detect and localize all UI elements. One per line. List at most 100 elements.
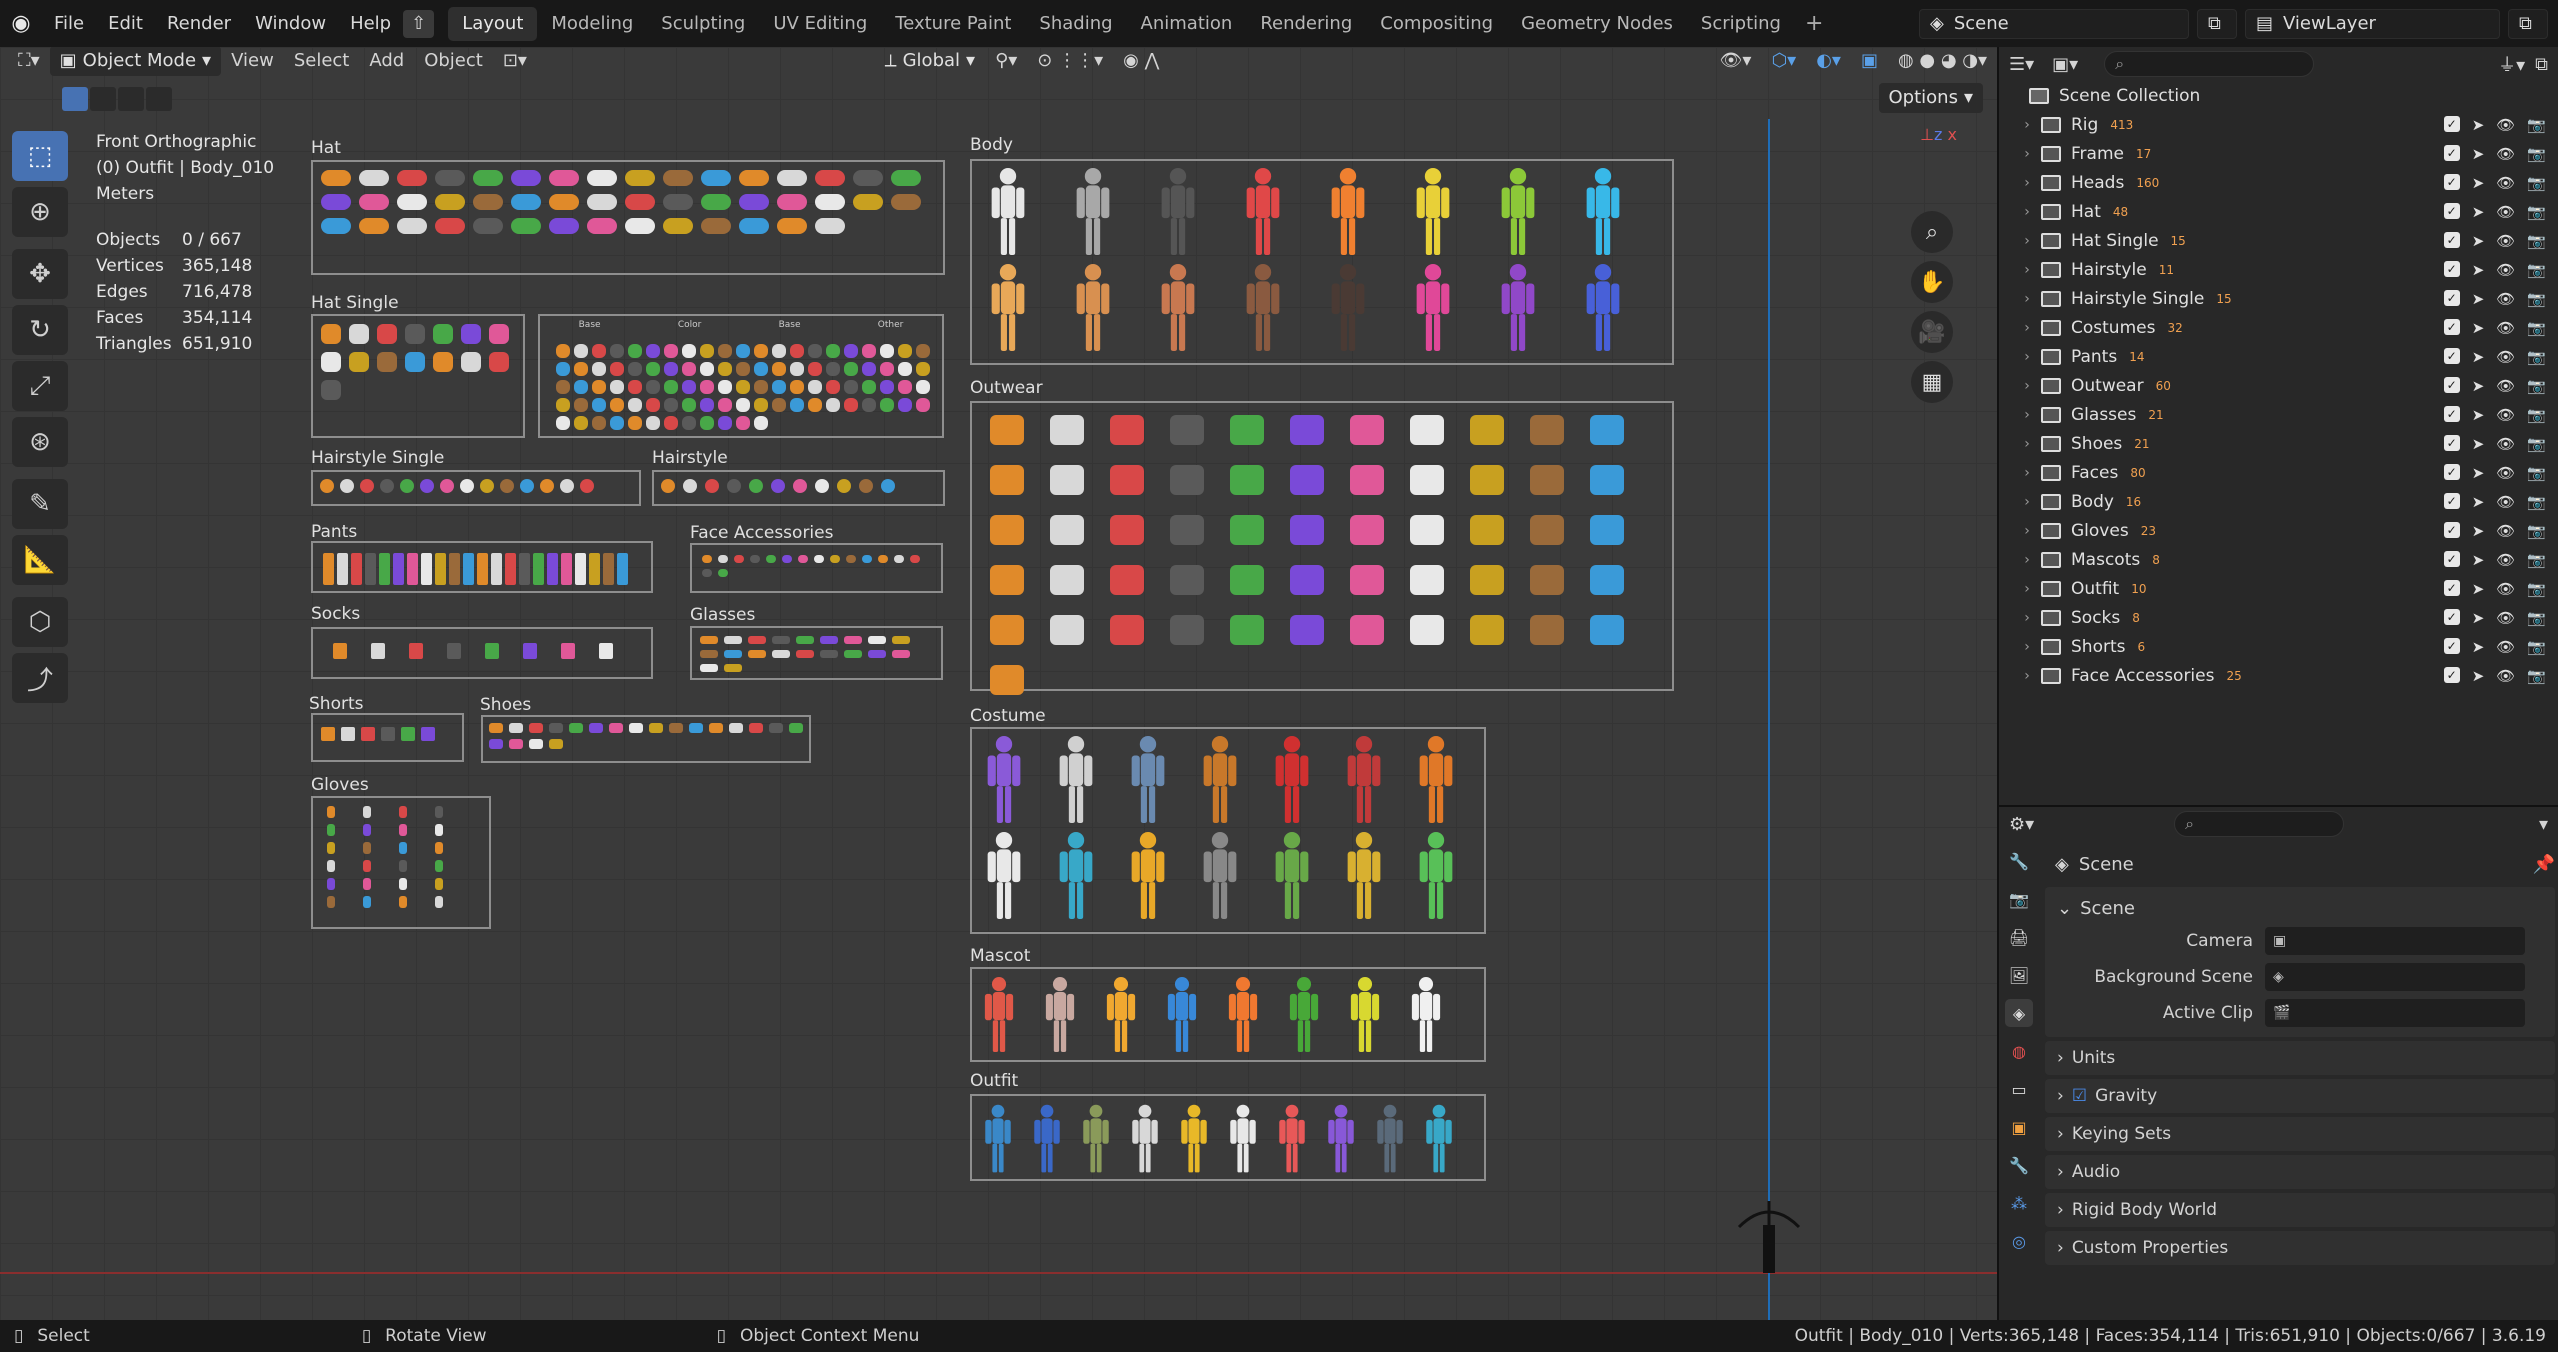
undo-history-icon[interactable]: ⇧ (403, 9, 435, 38)
eye-icon[interactable]: 👁 (2496, 464, 2515, 482)
eye-icon[interactable]: 👁 (2496, 580, 2515, 598)
view-menu[interactable]: View (221, 47, 284, 78)
workspace-tab[interactable]: Geometry Nodes (1507, 7, 1687, 41)
proportional-edit-icon[interactable]: ◉ ⋀ (1113, 47, 1169, 78)
eye-icon[interactable]: 👁 (2496, 232, 2515, 250)
camera-field[interactable]: ▣ (2265, 927, 2525, 955)
camera-object-icon[interactable] (1735, 1197, 1803, 1277)
selectable-arrow-icon[interactable]: ➤ (2472, 377, 2485, 395)
expand-chevron-icon[interactable]: › (2013, 175, 2041, 191)
camera-render-icon[interactable]: 📷 (2527, 377, 2546, 395)
selectable-arrow-icon[interactable]: ➤ (2472, 145, 2485, 163)
new-view-layer-icon[interactable]: ⧉ (2508, 8, 2548, 39)
camera-render-icon[interactable]: 📷 (2527, 609, 2546, 627)
zoom-icon[interactable]: ⌕ (1911, 211, 1953, 253)
annotate-tool-icon[interactable]: ✎ (12, 479, 68, 529)
camera-render-icon[interactable]: 📷 (2527, 522, 2546, 540)
property-panel-header[interactable]: › Keying Sets (2045, 1117, 2555, 1151)
chevron-down-icon[interactable]: ▾ (2539, 814, 2548, 835)
menu-edit[interactable]: Edit (96, 0, 155, 47)
select-mode-buttons[interactable] (62, 87, 172, 111)
shoes-box[interactable] (481, 715, 811, 763)
hat-single-box[interactable] (311, 314, 525, 438)
editor-type-icon[interactable]: ⛶▾ (8, 47, 50, 78)
mode-dropdown[interactable]: ▣ Object Mode ▾ (49, 47, 222, 76)
add-menu[interactable]: Add (359, 47, 414, 78)
transform-tool-icon[interactable]: ⊛ (12, 417, 68, 467)
render-tab-icon[interactable]: 📷 (2005, 885, 2033, 913)
scene-collection-row[interactable]: Scene Collection (1999, 81, 2558, 110)
outliner-row[interactable]: › Pants 14 ✓ ➤ 👁 📷 (1999, 342, 2558, 371)
selectable-arrow-icon[interactable]: ➤ (2472, 609, 2485, 627)
selectable-arrow-icon[interactable]: ➤ (2472, 406, 2485, 424)
include-checkbox[interactable]: ✓ (2443, 463, 2460, 480)
selectable-arrow-icon[interactable]: ➤ (2472, 580, 2485, 598)
outliner-row[interactable]: › Shoes 21 ✓ ➤ 👁 📷 (1999, 429, 2558, 458)
camera-view-icon[interactable]: 🎥 (1911, 311, 1953, 353)
eye-icon[interactable]: 👁 (2496, 551, 2515, 569)
expand-chevron-icon[interactable]: › (2013, 378, 2041, 394)
object-menu[interactable]: Object (414, 47, 493, 78)
glasses-box[interactable] (690, 626, 943, 680)
outliner-row[interactable]: › Mascots 8 ✓ ➤ 👁 📷 (1999, 545, 2558, 574)
camera-render-icon[interactable]: 📷 (2527, 116, 2546, 134)
camera-render-icon[interactable]: 📷 (2527, 290, 2546, 308)
outliner-row[interactable]: › Heads 160 ✓ ➤ 👁 📷 (1999, 168, 2558, 197)
expand-chevron-icon[interactable]: › (2013, 349, 2041, 365)
include-checkbox[interactable]: ✓ (2443, 289, 2460, 306)
gravity-checkbox[interactable]: ☑ (2072, 1086, 2087, 1106)
scene-panel-header[interactable]: ⌄ Scene (2045, 893, 2555, 923)
camera-render-icon[interactable]: 📷 (2527, 145, 2546, 163)
camera-render-icon[interactable]: 📷 (2527, 638, 2546, 656)
expand-chevron-icon[interactable]: › (2013, 436, 2041, 452)
outliner-row[interactable]: › Hat 48 ✓ ➤ 👁 📷 (1999, 197, 2558, 226)
camera-render-icon[interactable]: 📷 (2527, 667, 2546, 685)
add-cube-tool-icon[interactable]: ⬡ (12, 597, 68, 647)
include-checkbox[interactable]: ✓ (2443, 434, 2460, 451)
outliner-row[interactable]: › Outfit 10 ✓ ➤ 👁 📷 (1999, 574, 2558, 603)
scale-tool-icon[interactable]: ⤢ (12, 361, 68, 411)
add-workspace-icon[interactable]: + (1795, 11, 1833, 36)
include-checkbox[interactable]: ✓ (2443, 637, 2460, 654)
outliner-row[interactable]: › Outwear 60 ✓ ➤ 👁 📷 (1999, 371, 2558, 400)
outliner-editor-icon[interactable]: ☰▾ (2009, 54, 2034, 75)
include-checkbox[interactable]: ✓ (2443, 579, 2460, 596)
background-scene-field[interactable]: ◈ (2265, 963, 2525, 991)
body-box[interactable] (970, 159, 1674, 365)
3d-viewport[interactable]: ⛶▾ ▣ Object Mode ▾ View Select Add Objec… (0, 47, 1997, 1320)
selectable-arrow-icon[interactable]: ➤ (2472, 551, 2485, 569)
hairstyle-box[interactable] (652, 470, 945, 506)
display-mode-icon[interactable]: ▣▾ (2052, 54, 2078, 75)
eye-icon[interactable]: 👁 (2496, 348, 2515, 366)
include-checkbox[interactable]: ✓ (2443, 202, 2460, 219)
select-box-tool-icon[interactable]: ⬚ (12, 131, 68, 181)
eye-icon[interactable]: 👁 (2496, 638, 2515, 656)
shading-modes-icon[interactable]: ◍ ● ◕ ◑▾ (1888, 47, 1997, 78)
gloves-box[interactable] (311, 796, 491, 929)
workspace-tab[interactable]: Texture Paint (881, 7, 1025, 41)
object-tab-icon[interactable]: ▣ (2005, 1113, 2033, 1141)
outliner-row[interactable]: › Frame 17 ✓ ➤ 👁 📷 (1999, 139, 2558, 168)
eye-icon[interactable]: 👁 (2496, 667, 2515, 685)
tool-tab-icon[interactable]: 🔧 (2005, 847, 2033, 875)
eye-icon[interactable]: 👁 (2496, 493, 2515, 511)
workspace-tab[interactable]: UV Editing (759, 7, 881, 41)
outliner-row[interactable]: › Gloves 23 ✓ ➤ 👁 📷 (1999, 516, 2558, 545)
camera-render-icon[interactable]: 📷 (2527, 232, 2546, 250)
expand-chevron-icon[interactable]: › (2013, 233, 2041, 249)
world-tab-icon[interactable]: ◍ (2005, 1037, 2033, 1065)
include-checkbox[interactable]: ✓ (2443, 492, 2460, 509)
selectable-arrow-icon[interactable]: ➤ (2472, 232, 2485, 250)
expand-chevron-icon[interactable]: › (2013, 639, 2041, 655)
expand-chevron-icon[interactable]: › (2013, 581, 2041, 597)
expand-chevron-icon[interactable]: › (2013, 146, 2041, 162)
view-layer-field[interactable]: ▤ ViewLayer (2245, 8, 2500, 39)
workspace-tab[interactable]: Animation (1127, 7, 1247, 41)
eye-icon[interactable]: 👁 (2496, 522, 2515, 540)
blender-logo-icon[interactable]: ◉ (0, 0, 42, 47)
overlay-icon[interactable]: ◐▾ (1806, 47, 1851, 78)
pan-hand-icon[interactable]: ✋ (1911, 261, 1953, 303)
include-checkbox[interactable]: ✓ (2443, 231, 2460, 248)
include-checkbox[interactable]: ✓ (2443, 405, 2460, 422)
new-scene-icon[interactable]: ⧉ (2197, 8, 2237, 39)
